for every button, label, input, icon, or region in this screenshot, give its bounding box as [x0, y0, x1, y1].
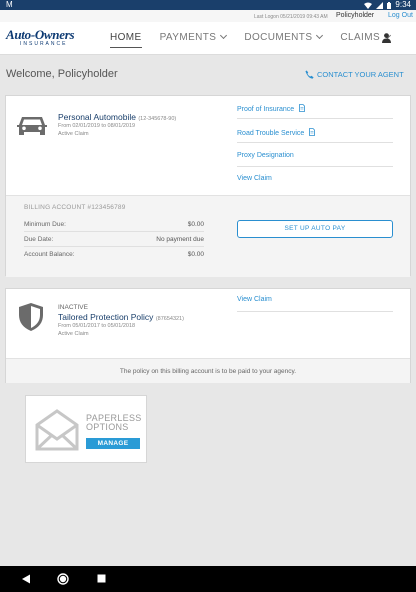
due-date-label: Due Date: — [24, 236, 54, 243]
nav-home[interactable]: HOME — [110, 22, 142, 55]
nav-payments[interactable]: PAYMENTS — [159, 22, 228, 55]
policy-title[interactable]: Personal Automobile (12-345678-90) — [58, 112, 228, 122]
brand-logo[interactable]: Auto-Owners INSURANCE — [6, 28, 88, 50]
divider — [237, 142, 393, 143]
view-claim-link[interactable]: View Claim — [237, 175, 272, 182]
setup-autopay-button[interactable]: SET UP AUTO PAY — [237, 220, 393, 238]
brand-name: Auto-Owners — [6, 27, 75, 42]
system-nav-bar — [0, 566, 416, 592]
divider — [24, 231, 204, 232]
back-icon[interactable] — [21, 574, 31, 584]
brand-subtitle: INSURANCE — [20, 41, 68, 47]
wifi-icon — [364, 2, 373, 9]
home-icon[interactable] — [57, 573, 69, 585]
user-menu[interactable] — [382, 32, 406, 46]
chevron-down-icon — [395, 35, 399, 39]
chevron-down-icon — [316, 31, 324, 40]
policy-name: Tailored Protection Policy — [58, 312, 154, 322]
document-icon — [309, 128, 316, 136]
nav-claims-label: CLAIMS — [340, 32, 381, 43]
road-trouble-service-label: Road Trouble Service — [237, 130, 305, 137]
nav-payments-label: PAYMENTS — [159, 32, 217, 43]
user-name: Policyholder — [336, 12, 375, 19]
notification-icon: M — [6, 0, 13, 9]
minimum-due-label: Minimum Due: — [24, 221, 66, 228]
nav-documents-label: DOCUMENTS — [244, 32, 313, 43]
proxy-designation-link[interactable]: Proxy Designation — [237, 152, 294, 159]
view-claim-link[interactable]: View Claim — [237, 296, 272, 303]
policy-card-tailored-protection: INACTIVE Tailored Protection Policy (876… — [5, 288, 411, 383]
policy-name: Personal Automobile — [58, 112, 136, 122]
proof-of-insurance-label: Proof of Insurance — [237, 106, 295, 113]
account-balance-label: Account Balance: — [24, 251, 75, 258]
shield-icon — [19, 303, 43, 331]
user-icon — [382, 33, 391, 43]
account-strip: Last Logon 05/21/2019 09:43 AM Policyhol… — [0, 10, 416, 22]
nav-home-label: HOME — [110, 32, 142, 48]
policy-number: (12-345678-90) — [138, 116, 177, 122]
paperless-options-tile: PAPERLESS OPTIONS MANAGE — [25, 395, 147, 463]
policy-title[interactable]: Tailored Protection Policy (87654321) — [58, 312, 228, 322]
minimum-due-value: $0.00 — [187, 221, 204, 228]
policy-number: (87654321) — [155, 316, 184, 322]
paperless-line2: OPTIONS — [86, 422, 129, 432]
logout-link[interactable]: Log Out — [388, 12, 413, 19]
recents-icon[interactable] — [97, 574, 106, 583]
signal-icon — [376, 1, 384, 9]
road-trouble-service-link[interactable]: Road Trouble Service — [237, 128, 316, 137]
chevron-down-icon — [220, 31, 228, 40]
policy-dates: From 02/01/2019 to 08/01/2019 — [58, 123, 136, 129]
divider — [237, 166, 393, 167]
phone-icon — [305, 70, 314, 79]
policy-card-personal-auto: Personal Automobile (12-345678-90) From … — [5, 95, 411, 277]
battery-icon — [387, 1, 392, 9]
proof-of-insurance-link[interactable]: Proof of Insurance — [237, 104, 306, 113]
status-bar: M 9:34 — [0, 0, 416, 10]
paperless-label: PAPERLESS OPTIONS — [86, 414, 142, 432]
due-date-value: No payment due — [156, 236, 204, 243]
policy-dates: From 05/01/2017 to 05/01/2018 — [58, 323, 136, 329]
policy-status: Active Claim — [58, 131, 89, 137]
manage-button[interactable]: MANAGE — [86, 438, 140, 449]
last-login: Last Logon 05/21/2019 09:43 AM — [254, 14, 328, 20]
billing-account-section: BILLING ACCOUNT #123456789 Minimum Due: … — [6, 195, 410, 277]
nav-documents[interactable]: DOCUMENTS — [244, 22, 324, 55]
envelope-icon — [35, 409, 79, 451]
agency-payment-note: The policy on this billing account is to… — [6, 358, 410, 383]
policy-state: INACTIVE — [58, 304, 88, 311]
account-balance-value: $0.00 — [187, 251, 204, 258]
welcome-heading: Welcome, Policyholder — [6, 68, 118, 80]
divider — [24, 246, 204, 247]
contact-agent-link[interactable]: CONTACT YOUR AGENT — [305, 70, 404, 79]
billing-account-header: BILLING ACCOUNT #123456789 — [24, 204, 126, 211]
contact-agent-label: CONTACT YOUR AGENT — [317, 70, 404, 79]
divider — [237, 311, 393, 312]
car-icon — [17, 117, 47, 135]
header: Auto-Owners INSURANCE HOME PAYMENTS DOCU… — [0, 22, 416, 55]
clock: 9:34 — [395, 0, 411, 9]
document-icon — [299, 104, 306, 112]
divider — [237, 118, 393, 119]
main-nav: HOME PAYMENTS DOCUMENTS CLAIMS — [110, 22, 408, 55]
policy-status: Active Claim — [58, 331, 89, 337]
